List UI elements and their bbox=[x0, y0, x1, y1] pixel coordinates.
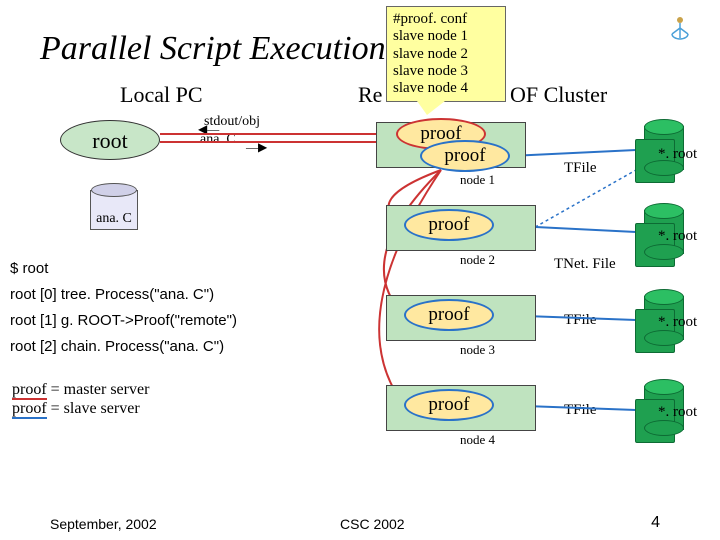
cluster-label-prefix: Re bbox=[358, 82, 382, 108]
anac-file-cylinder: ana. C bbox=[90, 190, 138, 230]
local-pc-label: Local PC bbox=[120, 82, 203, 108]
slide-number: 4 bbox=[651, 514, 660, 532]
root-command-0: root [0] tree. Process("ana. C") bbox=[10, 286, 214, 303]
proof-slave-oval: proof bbox=[404, 299, 494, 331]
conf-line: slave node 1 bbox=[393, 28, 499, 45]
proof-slave-oval: proof bbox=[404, 209, 494, 241]
stdout-label: stdout/obj bbox=[204, 114, 260, 130]
file-protocol-label: TNet. File bbox=[554, 256, 616, 273]
conf-line: slave node 2 bbox=[393, 46, 499, 63]
file-protocol-label: TFile bbox=[564, 402, 597, 419]
cluster-label-suffix: OF Cluster bbox=[510, 82, 607, 108]
legend-slave: proof bbox=[12, 400, 47, 419]
node-label: node 1 bbox=[460, 172, 495, 188]
page-title: Parallel Script Execution bbox=[40, 30, 386, 68]
node-label: node 2 bbox=[460, 252, 495, 268]
root-process-node: root bbox=[60, 120, 160, 160]
legend-slave-tail: = slave server bbox=[47, 400, 140, 417]
footer-date: September, 2002 bbox=[50, 516, 157, 532]
shell-prompt: $ root bbox=[10, 260, 48, 277]
proof-slave-oval: proof bbox=[420, 140, 510, 172]
conf-line: slave node 4 bbox=[393, 80, 499, 97]
anac-arrow-label: ana. C bbox=[200, 132, 236, 148]
node-label: node 4 bbox=[460, 432, 495, 448]
arrow-right-icon: —▶ bbox=[246, 140, 267, 155]
file-protocol-label: TFile bbox=[564, 160, 597, 177]
root-command-1: root [1] g. ROOT->Proof("remote") bbox=[10, 312, 237, 329]
rootfile-label: *. root bbox=[658, 146, 697, 163]
legend: proof = master server proof = slave serv… bbox=[12, 380, 149, 418]
rootfile-label: *. root bbox=[658, 404, 697, 421]
legend-master: proof bbox=[12, 381, 47, 400]
root-logo-icon bbox=[662, 10, 698, 46]
proof-slave-oval: proof bbox=[404, 389, 494, 421]
legend-master-tail: = master server bbox=[47, 381, 150, 398]
root-command-2: root [2] chain. Process("ana. C") bbox=[10, 338, 224, 355]
proof-conf-callout: #proof. conf slave node 1 slave node 2 s… bbox=[386, 6, 506, 102]
file-protocol-label: TFile bbox=[564, 312, 597, 329]
conf-line: slave node 3 bbox=[393, 63, 499, 80]
footer-center: CSC 2002 bbox=[340, 516, 405, 532]
conf-header: #proof. conf bbox=[393, 11, 499, 28]
node-label: node 3 bbox=[460, 342, 495, 358]
rootfile-label: *. root bbox=[658, 314, 697, 331]
rootfile-label: *. root bbox=[658, 228, 697, 245]
